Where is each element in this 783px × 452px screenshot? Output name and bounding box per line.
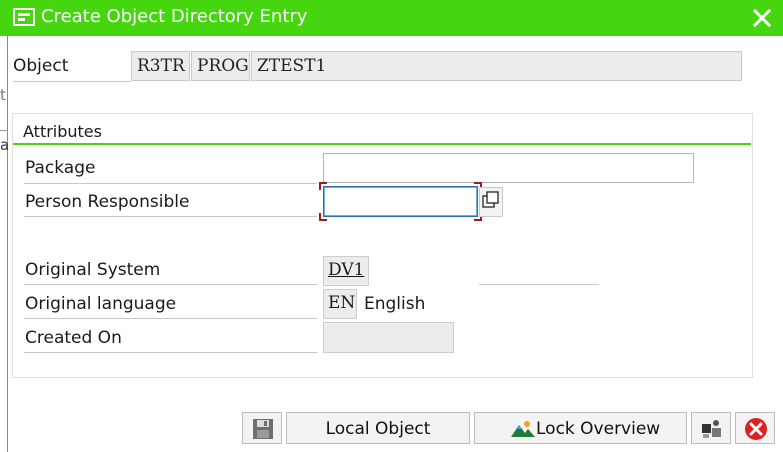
original-language-underline bbox=[24, 318, 317, 319]
background-text-fragment: t bbox=[0, 86, 6, 104]
attributes-title: Attributes bbox=[23, 122, 102, 141]
original-language-label: Original language bbox=[25, 294, 177, 314]
person-responsible-input[interactable] bbox=[323, 186, 478, 217]
object-label: Object bbox=[13, 56, 69, 76]
created-on-underline bbox=[24, 352, 317, 353]
cancel-button[interactable] bbox=[735, 412, 775, 444]
original-system-field[interactable]: DV1 bbox=[323, 256, 369, 286]
object-underline bbox=[13, 81, 131, 82]
original-system-label: Original System bbox=[25, 260, 161, 280]
cancel-icon bbox=[745, 418, 767, 440]
background-divider bbox=[7, 36, 8, 452]
original-system-description-line bbox=[479, 284, 599, 285]
original-language-field: EN bbox=[323, 289, 357, 319]
package-input[interactable] bbox=[323, 153, 694, 183]
mountain-icon bbox=[511, 421, 535, 437]
title-bar: Create Object Directory Entry bbox=[0, 0, 783, 36]
background-text-fragment: a bbox=[0, 136, 10, 154]
original-language-text: English bbox=[364, 294, 426, 314]
save-icon bbox=[253, 419, 273, 439]
original-system-underline bbox=[24, 284, 317, 285]
focus-corner bbox=[319, 213, 327, 221]
attributes-divider bbox=[13, 143, 751, 145]
local-object-button[interactable]: Local Object bbox=[286, 412, 470, 444]
created-on-field bbox=[323, 322, 454, 353]
save-button[interactable] bbox=[242, 412, 282, 444]
created-on-label: Created On bbox=[25, 328, 122, 348]
lock-overview-label: Lock Overview bbox=[536, 419, 661, 439]
close-icon[interactable] bbox=[752, 8, 772, 28]
background-line bbox=[0, 130, 8, 131]
object-type-field: PROG bbox=[191, 51, 250, 81]
object-name-field: ZTEST1 bbox=[251, 51, 742, 81]
tool-button[interactable] bbox=[691, 412, 731, 444]
value-help-button[interactable] bbox=[479, 187, 503, 217]
copy-icon bbox=[482, 191, 499, 208]
package-underline bbox=[24, 183, 317, 184]
person-responsible-label: Person Responsible bbox=[25, 192, 190, 212]
focus-corner bbox=[319, 182, 327, 190]
object-pgmid-field: R3TR bbox=[131, 51, 190, 81]
person-responsible-underline bbox=[24, 216, 317, 217]
lock-overview-button[interactable]: Lock Overview bbox=[474, 412, 687, 444]
window-title: Create Object Directory Entry bbox=[41, 6, 308, 27]
dialog-icon bbox=[13, 8, 35, 26]
puzzle-icon bbox=[702, 420, 721, 438]
package-label: Package bbox=[25, 158, 96, 178]
